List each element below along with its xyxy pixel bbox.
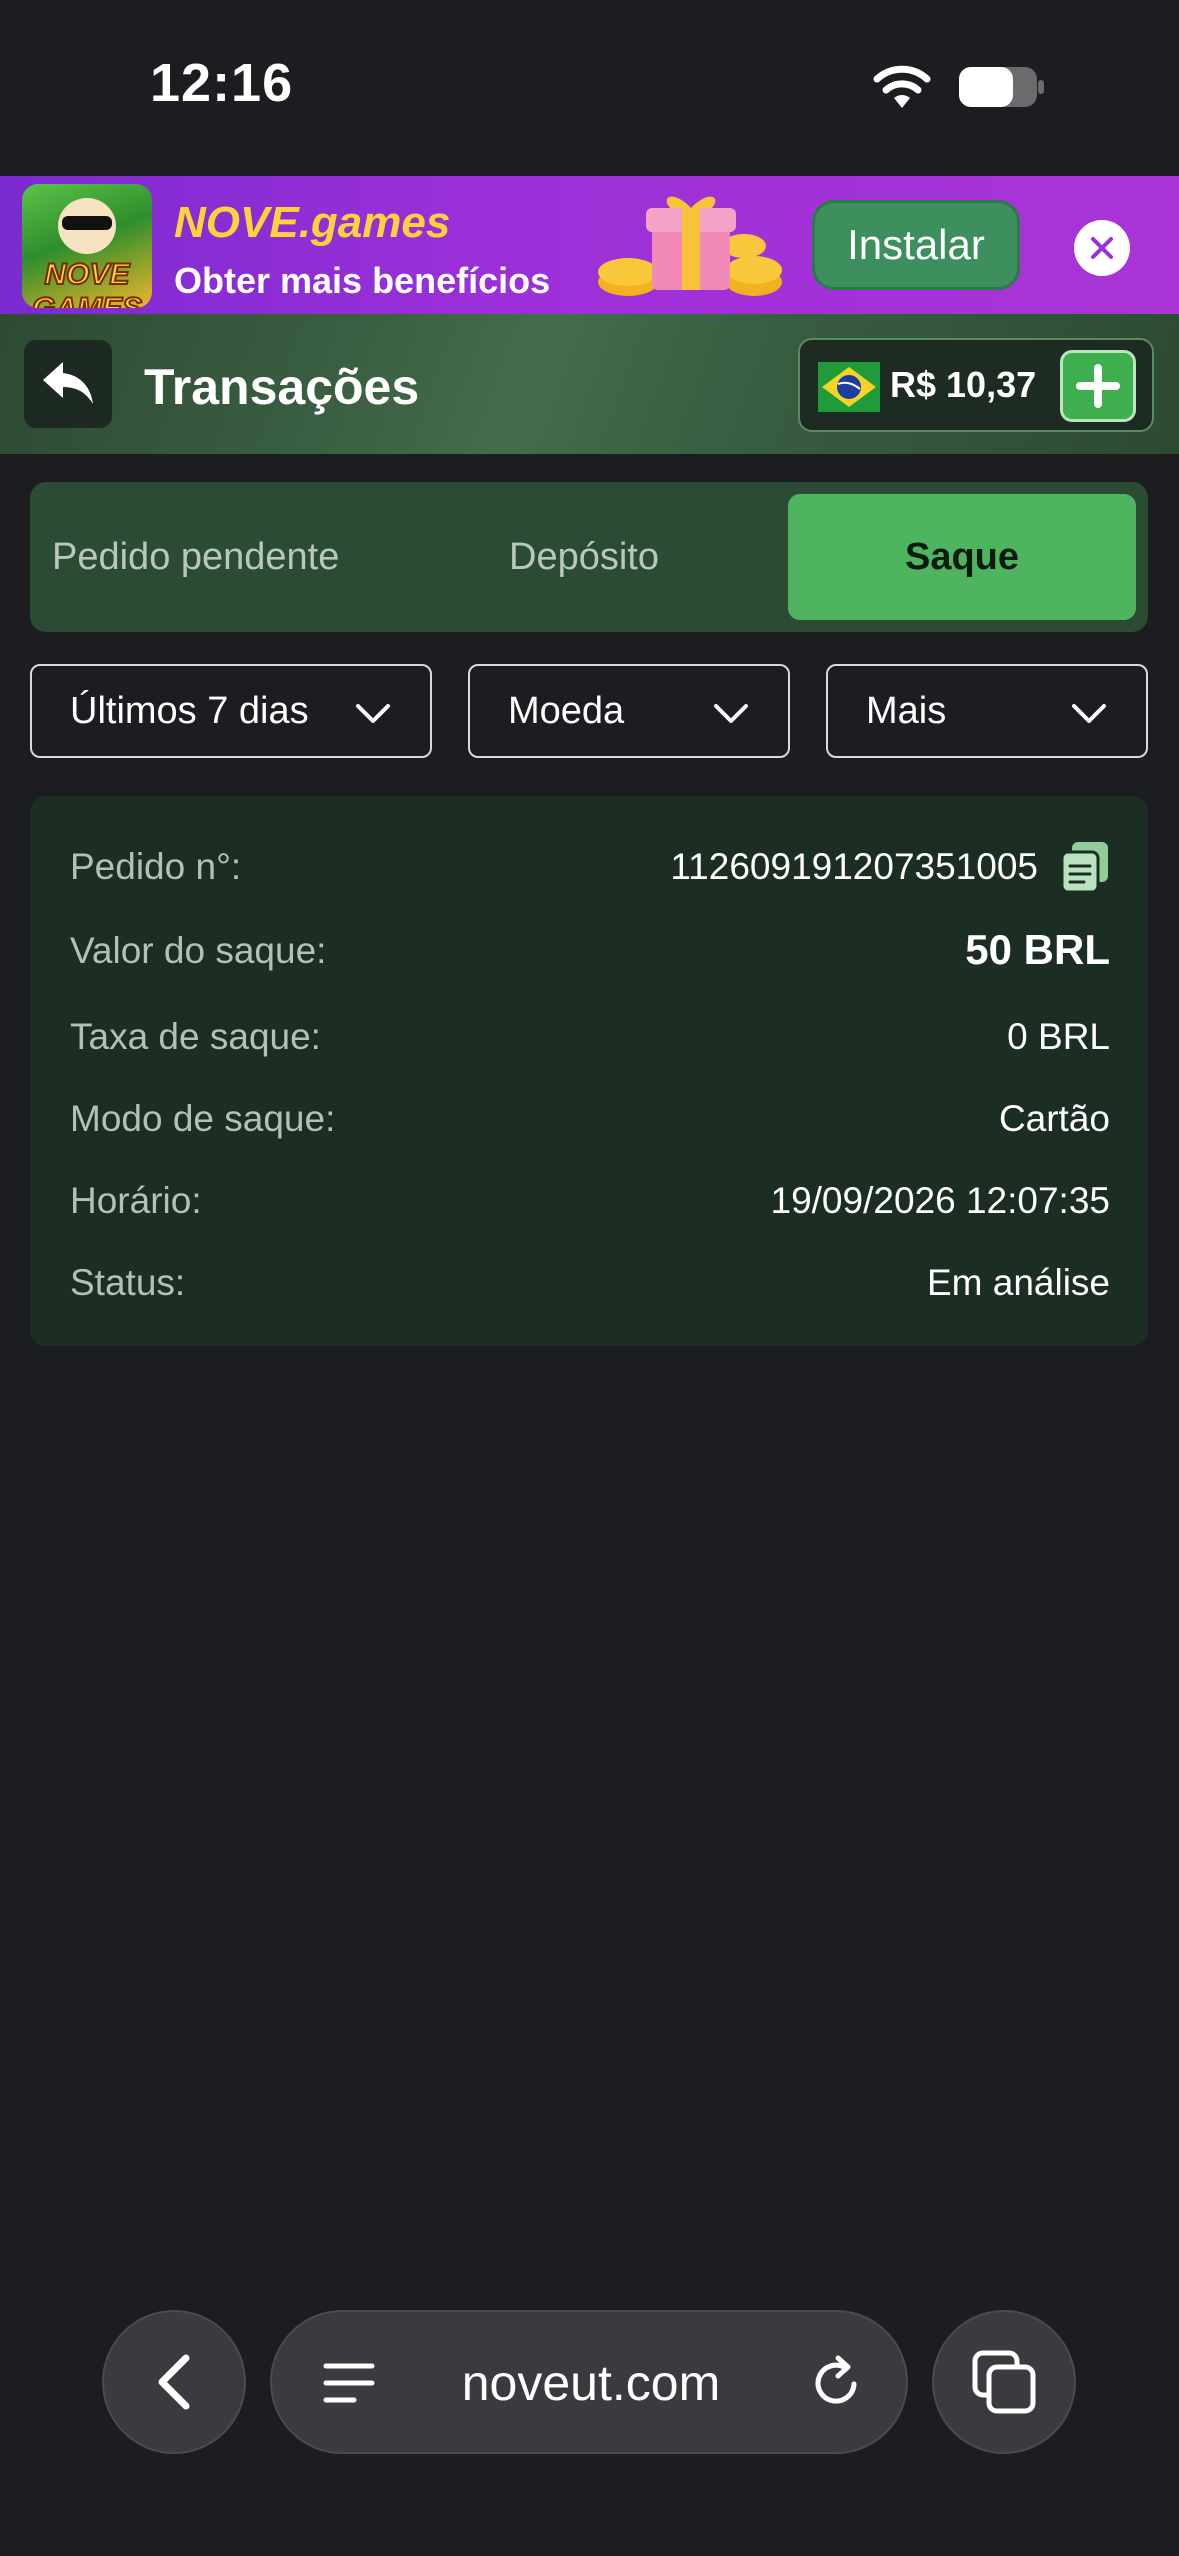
- mode-value: Cartão: [998, 1098, 1110, 1139]
- close-banner-button[interactable]: [1074, 220, 1130, 276]
- chevron-left-icon: [158, 2354, 190, 2410]
- tab-deposit[interactable]: Depósito: [410, 494, 758, 620]
- close-icon: [1091, 237, 1113, 259]
- order-row: Pedido n°: 112609191207351005: [70, 836, 1110, 896]
- mode-label: Modo de saque:: [70, 1098, 336, 1139]
- battery-icon: [959, 67, 1044, 107]
- amount-label: Valor do saque:: [70, 930, 327, 971]
- status-time: 12:16: [150, 53, 294, 113]
- transaction-card: Pedido n°: 112609191207351005 Valor do s…: [30, 796, 1148, 1346]
- transaction-tabs: Pedido pendente Depósito Saque: [30, 482, 1148, 632]
- time-value: 19/09/2026 12:07:35: [770, 1180, 1111, 1221]
- install-button[interactable]: Instalar: [812, 200, 1020, 290]
- currency-filter[interactable]: Moeda: [468, 664, 790, 758]
- status-bar: 12:16: [0, 0, 1179, 176]
- period-filter[interactable]: Últimos 7 dias: [30, 664, 432, 758]
- browser-tabs-button[interactable]: [932, 2310, 1076, 2454]
- page-title: Transações: [144, 359, 420, 415]
- amount-row: Valor do saque: 50 BRL: [70, 920, 1110, 980]
- copy-icon[interactable]: [1060, 840, 1110, 894]
- logo-text: NOVE GAMES: [31, 257, 143, 308]
- chevron-down-icon: [1072, 704, 1106, 723]
- wifi-icon: [873, 65, 931, 108]
- chevron-down-icon: [356, 704, 390, 723]
- fee-row: Taxa de saque: 0 BRL: [70, 1006, 1110, 1066]
- fee-value: 0 BRL: [1007, 1016, 1110, 1057]
- status-value: Em análise: [926, 1262, 1110, 1303]
- install-banner[interactable]: NOVE GAMES NOVE.games Obter mais benefíc…: [0, 176, 1179, 314]
- status-row: Status: Em análise: [70, 1252, 1110, 1312]
- tab-withdraw[interactable]: Saque: [788, 494, 1136, 620]
- address-bar[interactable]: noveut.com: [270, 2310, 908, 2454]
- tabs-icon: [972, 2350, 1036, 2414]
- balance-box: R$ 10,37: [798, 338, 1154, 432]
- reload-icon[interactable]: [808, 2354, 866, 2412]
- plus-icon: [1076, 364, 1120, 408]
- back-button[interactable]: [24, 340, 112, 428]
- balance-amount: R$ 10,37: [890, 364, 1037, 405]
- time-label: Horário:: [70, 1180, 202, 1221]
- browser-back-button[interactable]: [102, 2310, 246, 2454]
- tab-pending-orders[interactable]: Pedido pendente: [42, 494, 402, 620]
- add-funds-button[interactable]: [1060, 350, 1136, 422]
- gift-coins-icon: [598, 196, 782, 296]
- brazil-flag-icon: [818, 362, 880, 412]
- order-label: Pedido n°:: [70, 846, 242, 887]
- banner-subtitle: Obter mais benefícios: [174, 260, 551, 301]
- mascot-glasses: [62, 216, 112, 230]
- period-filter-label: Últimos 7 dias: [70, 689, 309, 732]
- more-filter-label: Mais: [866, 689, 947, 732]
- chevron-down-icon: [714, 704, 748, 723]
- order-number: 112609191207351005: [670, 846, 1038, 887]
- mode-row: Modo de saque: Cartão: [70, 1088, 1110, 1148]
- currency-filter-label: Moeda: [508, 689, 625, 732]
- time-row: Horário: 19/09/2026 12:07:35: [70, 1170, 1110, 1230]
- fee-label: Taxa de saque:: [70, 1016, 321, 1057]
- app-logo: NOVE GAMES: [22, 184, 152, 308]
- back-arrow-icon: [43, 362, 93, 404]
- more-filter[interactable]: Mais: [826, 664, 1148, 758]
- page-header: Transações R$ 10,37: [0, 314, 1179, 454]
- status-label: Status:: [70, 1262, 186, 1303]
- banner-title: NOVE.games: [174, 198, 451, 247]
- amount-value: 50 BRL: [965, 926, 1110, 973]
